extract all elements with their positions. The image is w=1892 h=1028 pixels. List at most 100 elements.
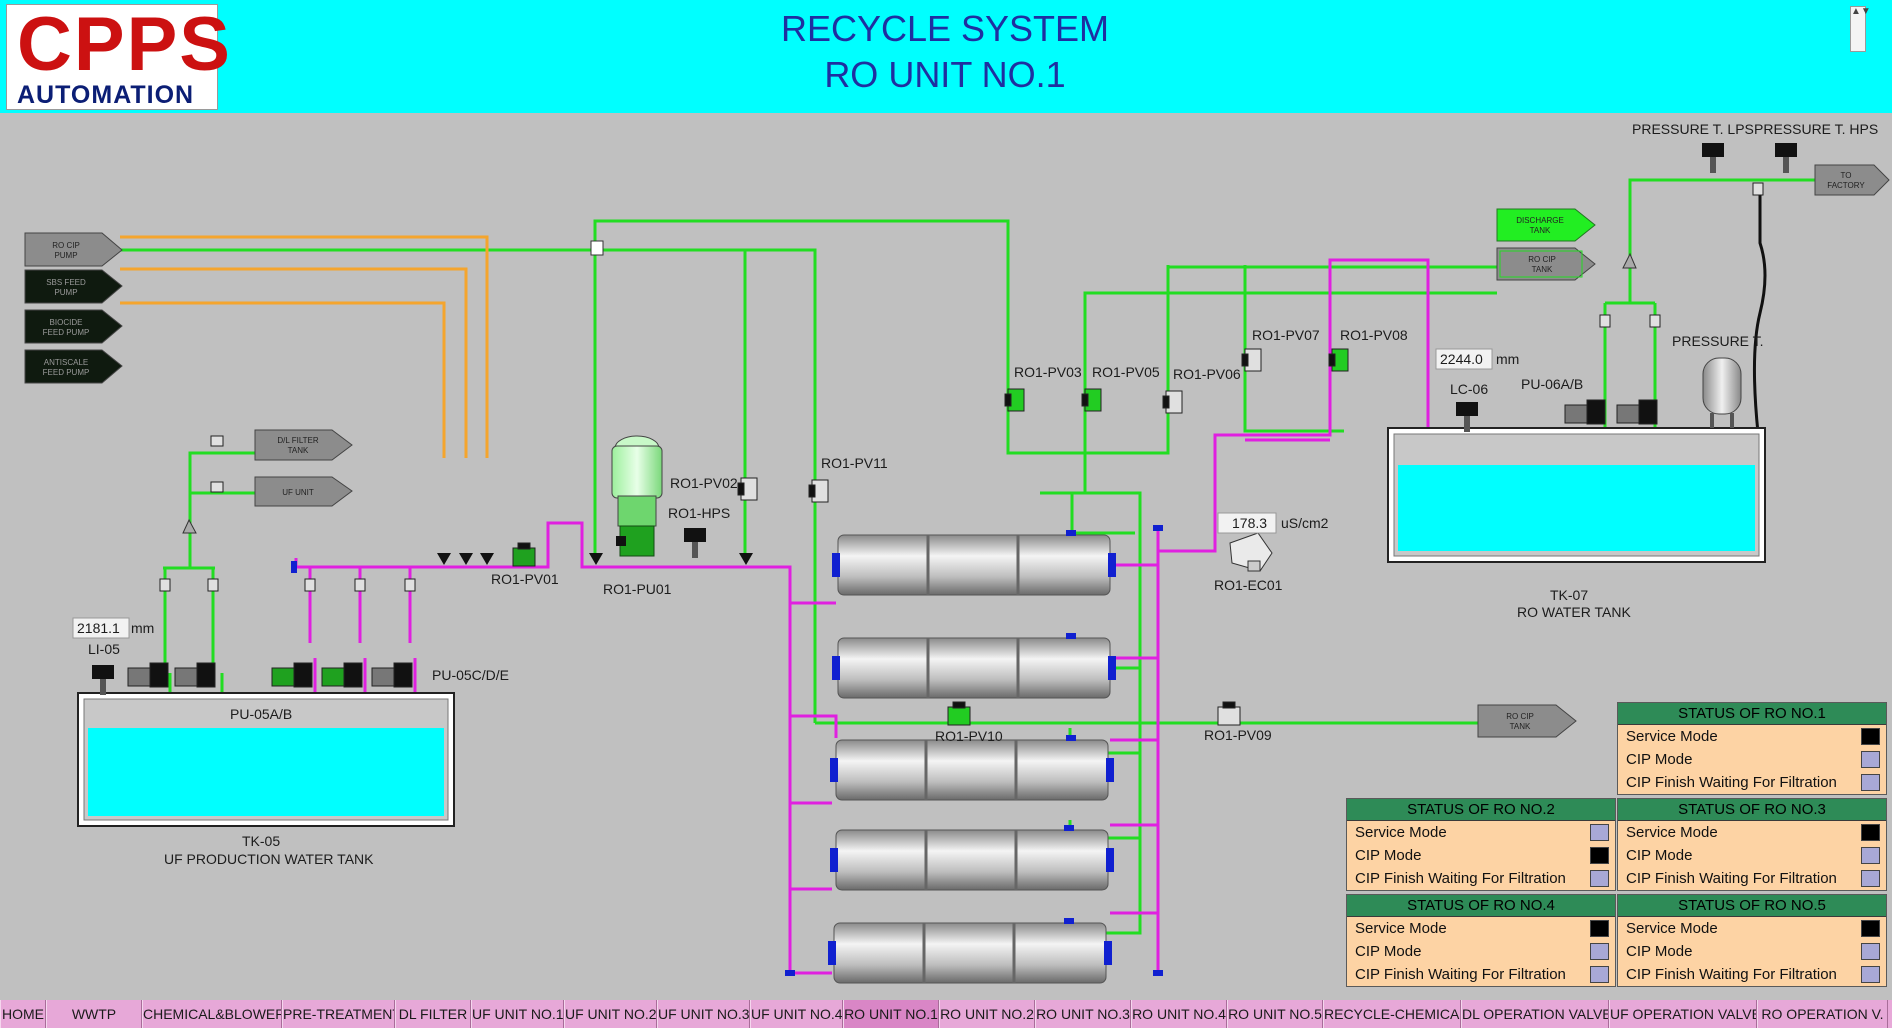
- valve-pv11: [808, 479, 829, 503]
- ro-vessel-4: [830, 829, 1114, 891]
- status-indicator: [1861, 920, 1880, 937]
- li05-value: 2181.1: [77, 620, 120, 636]
- valve-pv02: [737, 477, 758, 501]
- status-row-cip: CIP Mode: [1618, 844, 1886, 867]
- nav-recycle-chemical[interactable]: RECYCLE-CHEMICAL: [1323, 1000, 1461, 1028]
- nav-ro-unit-5[interactable]: RO UNIT NO.5: [1227, 1000, 1323, 1028]
- scroll-arrows-icon[interactable]: ▲▼: [1850, 6, 1871, 52]
- nav-uf-operation-valve[interactable]: UF OPERATION VALVE: [1609, 1000, 1757, 1028]
- svg-text:FACTORY: FACTORY: [1827, 181, 1865, 190]
- valve-tk05-b: [207, 578, 219, 592]
- status-indicator: [1861, 774, 1880, 791]
- pump-pu05e: [371, 662, 413, 688]
- ro-vessel-3: [830, 739, 1114, 801]
- svg-text:D/L FILTER: D/L FILTER: [277, 436, 319, 445]
- valve-uf: [210, 481, 224, 493]
- pv08-label: RO1-PV08: [1340, 327, 1408, 343]
- pressure-tank[interactable]: [1702, 357, 1742, 428]
- dest-discharge-tank[interactable]: DISCHARGE TANK: [1496, 208, 1596, 242]
- source-ro-cip-pump[interactable]: RO CIP PUMP: [24, 232, 123, 267]
- status-indicator: [1861, 847, 1880, 864]
- tk07-tag: TK-07: [1550, 587, 1588, 603]
- nav-dl-operation-valve[interactable]: DL OPERATION VALVE: [1461, 1000, 1609, 1028]
- valve-pv03: [1004, 388, 1025, 412]
- svg-text:UF UNIT: UF UNIT: [282, 488, 314, 497]
- pu06ab-label: PU-06A/B: [1521, 376, 1583, 392]
- page-subtitle: RO UNIT NO.1: [824, 54, 1066, 95]
- nav-bar: HOME WWTP CHEMICAL&BLOWER PRE-TREATMENT …: [0, 1000, 1892, 1028]
- pv11-label: RO1-PV11: [821, 455, 888, 471]
- nav-wwtp[interactable]: WWTP: [46, 1000, 142, 1028]
- pressure-hose: [1752, 188, 1767, 434]
- status-indicator: [1590, 920, 1609, 937]
- header-endcap: [291, 561, 297, 573]
- source-sbs-feed-pump[interactable]: SBS FEED PUMP: [24, 269, 123, 304]
- pv05-label: RO1-PV05: [1092, 364, 1160, 380]
- svg-text:PUMP: PUMP: [54, 288, 77, 297]
- status-row-cip-finish: CIP Finish Waiting For Filtration: [1618, 771, 1886, 794]
- status-panel-ro2: STATUS OF RO NO.2 Service Mode CIP Mode …: [1346, 798, 1616, 891]
- nav-ro-unit-1[interactable]: RO UNIT NO.1: [843, 1000, 939, 1028]
- pressure-sensor-hps-out[interactable]: [1775, 143, 1797, 173]
- status-indicator: [1861, 966, 1880, 983]
- tk05-name: UF PRODUCTION WATER TANK: [164, 851, 374, 867]
- li05-tag: LI-05: [88, 641, 120, 657]
- nav-pre-treatment[interactable]: PRE-TREATMENT: [282, 1000, 395, 1028]
- pv10-label: RO1-PV10: [935, 728, 1003, 744]
- lc06-value: 2244.0: [1440, 351, 1483, 367]
- status-panel-ro3: STATUS OF RO NO.3 Service Mode CIP Mode …: [1617, 798, 1887, 891]
- svg-text:TANK: TANK: [1532, 265, 1553, 274]
- status-row-service: Service Mode: [1347, 821, 1615, 844]
- nav-uf-unit-2[interactable]: UF UNIT NO.2: [564, 1000, 657, 1028]
- status-indicator: [1861, 943, 1880, 960]
- dest-ro-cip-tank-top[interactable]: RO CIP TANK: [1496, 247, 1596, 281]
- nav-home[interactable]: HOME: [0, 1000, 46, 1028]
- status-row-cip-finish: CIP Finish Waiting For Filtration: [1618, 867, 1886, 890]
- level-sensor-li05[interactable]: [92, 665, 114, 695]
- pump-pu05b: [174, 662, 216, 688]
- status-indicator: [1590, 824, 1609, 841]
- pv01-label: RO1-PV01: [491, 571, 559, 587]
- source-biocide-feed-pump[interactable]: BIOCIDE FEED PUMP: [24, 309, 123, 344]
- ec-meter[interactable]: [1229, 532, 1273, 572]
- source-antiscale-feed-pump[interactable]: ANTISCALE FEED PUMP: [24, 349, 123, 384]
- header-bar: CPPS AUTOMATION RECYCLE SYSTEM RO UNIT N…: [0, 0, 1892, 113]
- orange-pipes: [120, 235, 489, 458]
- nav-chemical-blower[interactable]: CHEMICAL&BLOWER: [142, 1000, 282, 1028]
- valve-pv05: [1081, 388, 1102, 412]
- valve-dl: [210, 435, 224, 447]
- status-title: STATUS OF RO NO.4: [1347, 895, 1615, 917]
- valve-tk05-d: [354, 578, 366, 592]
- nav-dl-filter[interactable]: DL FILTER: [395, 1000, 471, 1028]
- pv03-label: RO1-PV03: [1014, 364, 1082, 380]
- nav-uf-unit-3[interactable]: UF UNIT NO.3: [657, 1000, 750, 1028]
- nav-ro-unit-3[interactable]: RO UNIT NO.3: [1035, 1000, 1131, 1028]
- pressure-sensor-hps[interactable]: [684, 528, 706, 558]
- pressure-sensor-lps[interactable]: [1702, 143, 1724, 173]
- valve-pv08: [1328, 348, 1349, 372]
- ro-vessel-2: [832, 637, 1116, 699]
- pv02-label: RO1-PV02: [670, 475, 738, 491]
- nav-ro-unit-4[interactable]: RO UNIT NO.4: [1131, 1000, 1227, 1028]
- nav-uf-unit-1[interactable]: UF UNIT NO.1: [471, 1000, 564, 1028]
- svg-text:ANTISCALE: ANTISCALE: [44, 358, 88, 367]
- svg-text:DISCHARGE: DISCHARGE: [1516, 216, 1564, 225]
- nav-ro-operation-valve[interactable]: RO OPERATION V.: [1757, 1000, 1888, 1028]
- hps-pump[interactable]: [611, 435, 663, 557]
- ec-tag: RO1-EC01: [1214, 577, 1283, 593]
- dest-uf-unit[interactable]: UF UNIT: [254, 476, 353, 507]
- ro-vessel-5: [828, 922, 1112, 984]
- valve-tk05-a: [159, 578, 171, 592]
- svg-text:TANK: TANK: [288, 446, 309, 455]
- valve-pu06b: [1649, 314, 1661, 328]
- nav-uf-unit-4[interactable]: UF UNIT NO.4: [750, 1000, 843, 1028]
- dest-dl-filter-tank[interactable]: D/L FILTER TANK: [254, 429, 353, 461]
- pump-pu06b: [1616, 399, 1658, 425]
- tank-tk07[interactable]: [1387, 427, 1766, 563]
- svg-text:FEED PUMP: FEED PUMP: [43, 368, 90, 377]
- dest-ro-cip-tank-bottom[interactable]: RO CIP TANK: [1477, 704, 1577, 738]
- pump-pu05d: [321, 662, 363, 688]
- nav-ro-unit-2[interactable]: RO UNIT NO.2: [939, 1000, 1035, 1028]
- dest-to-factory[interactable]: TO FACTORY: [1814, 164, 1890, 196]
- status-title: STATUS OF RO NO.3: [1618, 799, 1886, 821]
